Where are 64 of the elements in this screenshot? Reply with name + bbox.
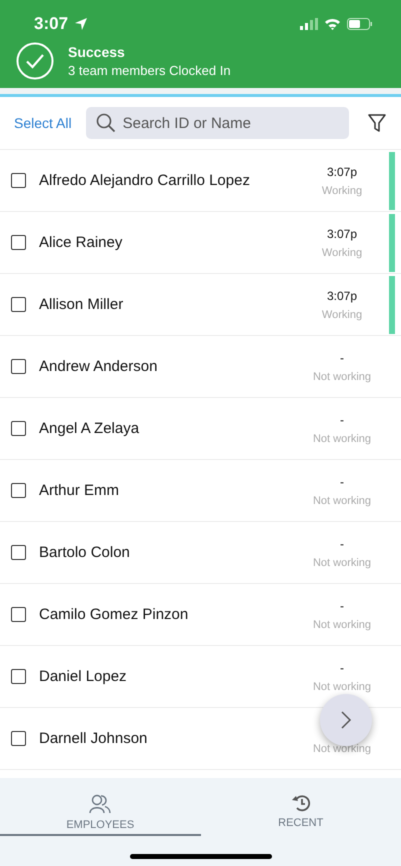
- checkbox[interactable]: [11, 731, 26, 746]
- clock-in-time: -: [340, 598, 344, 612]
- location-arrow-icon: [74, 17, 88, 31]
- employee-row[interactable]: Alice Rainey 3:07p Working: [0, 212, 401, 274]
- search-icon: [96, 113, 116, 133]
- people-icon: [89, 794, 112, 814]
- work-status: Not working: [312, 618, 372, 630]
- work-status: Not working: [312, 556, 372, 568]
- checkbox[interactable]: [11, 359, 26, 374]
- checkbox[interactable]: [11, 297, 26, 312]
- battery-icon: [347, 18, 373, 30]
- tab[interactable]: EMPLOYEES: [0, 778, 200, 836]
- employee-name: Darnell Johnson: [39, 730, 148, 747]
- work-status: Not working: [312, 680, 372, 692]
- employee-name: Allison Miller: [39, 296, 124, 313]
- work-status: Not working: [312, 370, 372, 382]
- checkbox[interactable]: [11, 669, 26, 684]
- employee-row[interactable]: Arthur Emm - Not working: [0, 460, 401, 522]
- work-status: Not working: [312, 742, 372, 754]
- chevron-right-icon: [340, 710, 352, 730]
- clock-in-time: -: [340, 350, 344, 364]
- clock-in-time: -: [340, 412, 344, 426]
- clock-in-time: 3:07p: [326, 226, 358, 240]
- checkbox[interactable]: [11, 483, 26, 498]
- banner-title: Success: [68, 44, 126, 60]
- employee-name: Andrew Anderson: [39, 358, 158, 375]
- employee-name: Angel A Zelaya: [39, 420, 140, 437]
- work-status: Working: [322, 308, 362, 320]
- employee-row[interactable]: Allison Miller 3:07p Working: [0, 274, 401, 336]
- history-icon: [290, 794, 311, 812]
- filter-icon[interactable]: [367, 113, 387, 133]
- employee-name: Daniel Lopez: [39, 668, 128, 685]
- checkbox[interactable]: [11, 421, 26, 436]
- select-all-link[interactable]: Select All: [14, 115, 72, 131]
- checkbox[interactable]: [11, 607, 26, 622]
- employee-row[interactable]: Andrew Anderson - Not working: [0, 336, 401, 398]
- employee-row[interactable]: Camilo Gomez Pinzon - Not working: [0, 584, 401, 646]
- employee-name: Bartolo Colon: [39, 544, 131, 561]
- employee-name: Alfredo Alejandro Carrillo Lopez: [39, 172, 251, 189]
- clock-in-time: -: [340, 660, 344, 674]
- checkbox[interactable]: [11, 235, 26, 250]
- tab[interactable]: RECENT: [200, 778, 401, 836]
- clock-in-time: 3:07p: [326, 288, 358, 302]
- signal-icon: [300, 18, 318, 30]
- employee-row[interactable]: Alfredo Alejandro Carrillo Lopez 3:07p Working: [0, 150, 401, 212]
- work-status: Not working: [312, 432, 372, 444]
- employee-row[interactable]: Bartolo Colon - Not working: [0, 522, 401, 584]
- banner-message: 3 team members Clocked In: [68, 63, 231, 78]
- clock-in-time: 3:07p: [326, 164, 358, 178]
- checkmark-circle-icon: [16, 42, 54, 80]
- employee-name: Arthur Emm: [39, 482, 120, 499]
- employee-row[interactable]: Angel A Zelaya - Not working: [0, 398, 401, 460]
- clock-time: 3:07: [34, 14, 68, 34]
- clock-in-time: -: [340, 474, 344, 488]
- work-status: Working: [322, 246, 362, 258]
- checkbox[interactable]: [11, 173, 26, 188]
- employee-name: Camilo Gomez Pinzon: [39, 606, 190, 623]
- clock-in-time: -: [340, 536, 344, 550]
- work-status: Not working: [312, 494, 372, 506]
- search-field[interactable]: Search ID or Name: [86, 107, 349, 139]
- employee-name: Alice Rainey: [39, 234, 124, 251]
- checkbox[interactable]: [11, 545, 26, 560]
- wifi-icon: [324, 18, 341, 30]
- work-status: Working: [322, 184, 362, 196]
